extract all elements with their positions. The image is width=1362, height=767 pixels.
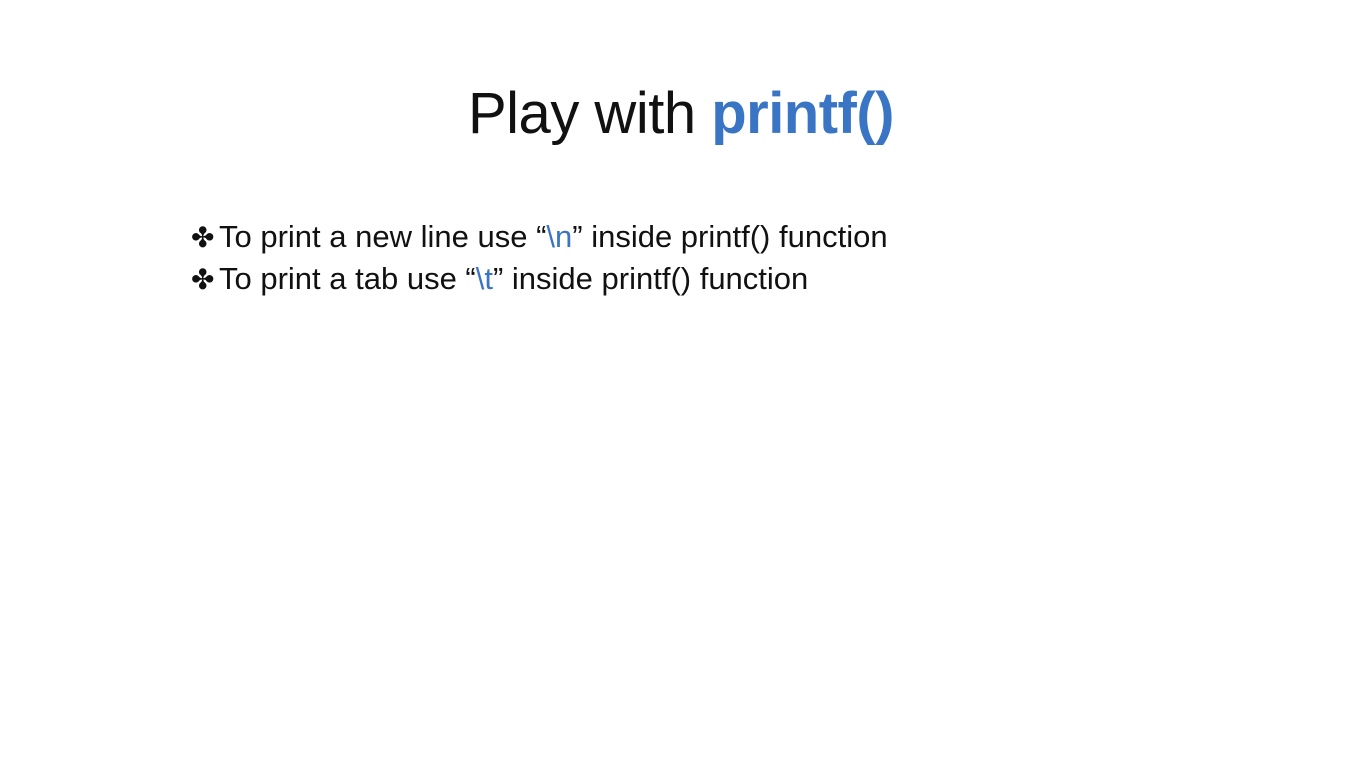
bullet-text-before: To print a new line use “ bbox=[219, 219, 547, 254]
title-highlight: printf() bbox=[711, 81, 894, 146]
bullet-text-before: To print a tab use “ bbox=[219, 261, 476, 296]
four-club-spoked-asterisk-icon: ✤ bbox=[191, 264, 215, 295]
bullet-list: ✤ To print a new line use “\n” inside pr… bbox=[191, 216, 888, 300]
bullet-item-tab: ✤ To print a tab use “\t” inside printf(… bbox=[191, 258, 888, 300]
bullet-item-newline: ✤ To print a new line use “\n” inside pr… bbox=[191, 216, 888, 258]
escape-code: \t bbox=[475, 261, 493, 296]
escape-code: \n bbox=[546, 219, 573, 254]
bullet-text-after: ” inside printf() function bbox=[492, 261, 809, 296]
slide-title: Play with printf() bbox=[0, 80, 1362, 147]
bullet-text-after: ” inside printf() function bbox=[572, 219, 888, 254]
title-prefix: Play with bbox=[467, 81, 712, 146]
slide: Play with printf() ✤ To print a new line… bbox=[0, 0, 1362, 767]
four-club-spoked-asterisk-icon: ✤ bbox=[191, 222, 215, 253]
